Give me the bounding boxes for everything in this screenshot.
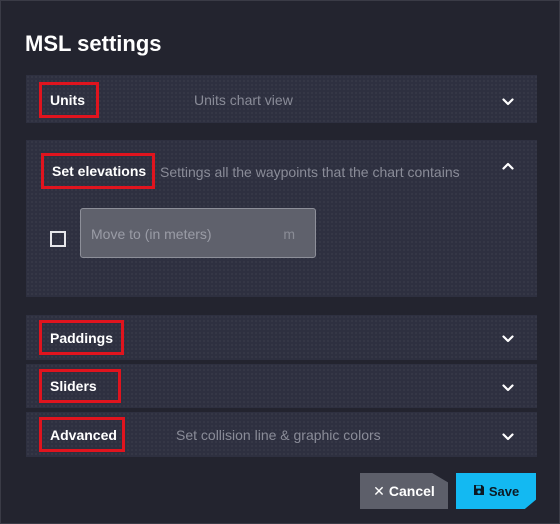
cancel-button-label: Cancel xyxy=(388,483,435,499)
section-units-description: Units chart view xyxy=(194,92,293,108)
chevron-down-icon[interactable] xyxy=(502,98,514,108)
chevron-down-icon[interactable] xyxy=(502,384,514,394)
cancel-button[interactable]: ✕ Cancel xyxy=(360,473,448,509)
section-sliders[interactable]: Sliders xyxy=(26,364,537,408)
move-to-placeholder: Move to (in meters) xyxy=(91,226,212,242)
section-set-elevations-label[interactable]: Set elevations xyxy=(41,153,155,189)
section-units[interactable]: Units Units chart view xyxy=(26,75,537,123)
section-set-elevations-description: Settings all the waypoints that the char… xyxy=(160,164,460,180)
section-advanced[interactable]: Advanced Set collision line & graphic co… xyxy=(26,412,537,457)
section-units-label: Units xyxy=(39,82,99,118)
msl-settings-dialog: MSL settings Units Units chart view Set … xyxy=(0,0,560,524)
floppy-disk-icon xyxy=(473,484,485,499)
save-button-label: Save xyxy=(488,483,520,499)
section-set-elevations: Set elevations Settings all the waypoint… xyxy=(26,140,537,297)
move-to-checkbox[interactable] xyxy=(50,231,66,247)
move-to-input[interactable]: Move to (in meters) m xyxy=(80,208,316,258)
chevron-up-icon[interactable] xyxy=(502,162,514,172)
chevron-down-icon[interactable] xyxy=(502,433,514,443)
unit-label: m xyxy=(283,226,295,242)
section-paddings-label: Paddings xyxy=(39,320,124,355)
dialog-title: MSL settings xyxy=(25,31,162,56)
section-paddings[interactable]: Paddings xyxy=(26,315,537,360)
section-sliders-label: Sliders xyxy=(39,369,121,403)
section-advanced-description: Set collision line & graphic colors xyxy=(176,427,381,443)
save-button[interactable]: Save xyxy=(456,473,536,509)
chevron-down-icon[interactable] xyxy=(502,335,514,345)
close-icon: ✕ xyxy=(373,483,385,499)
section-advanced-label: Advanced xyxy=(39,417,125,452)
